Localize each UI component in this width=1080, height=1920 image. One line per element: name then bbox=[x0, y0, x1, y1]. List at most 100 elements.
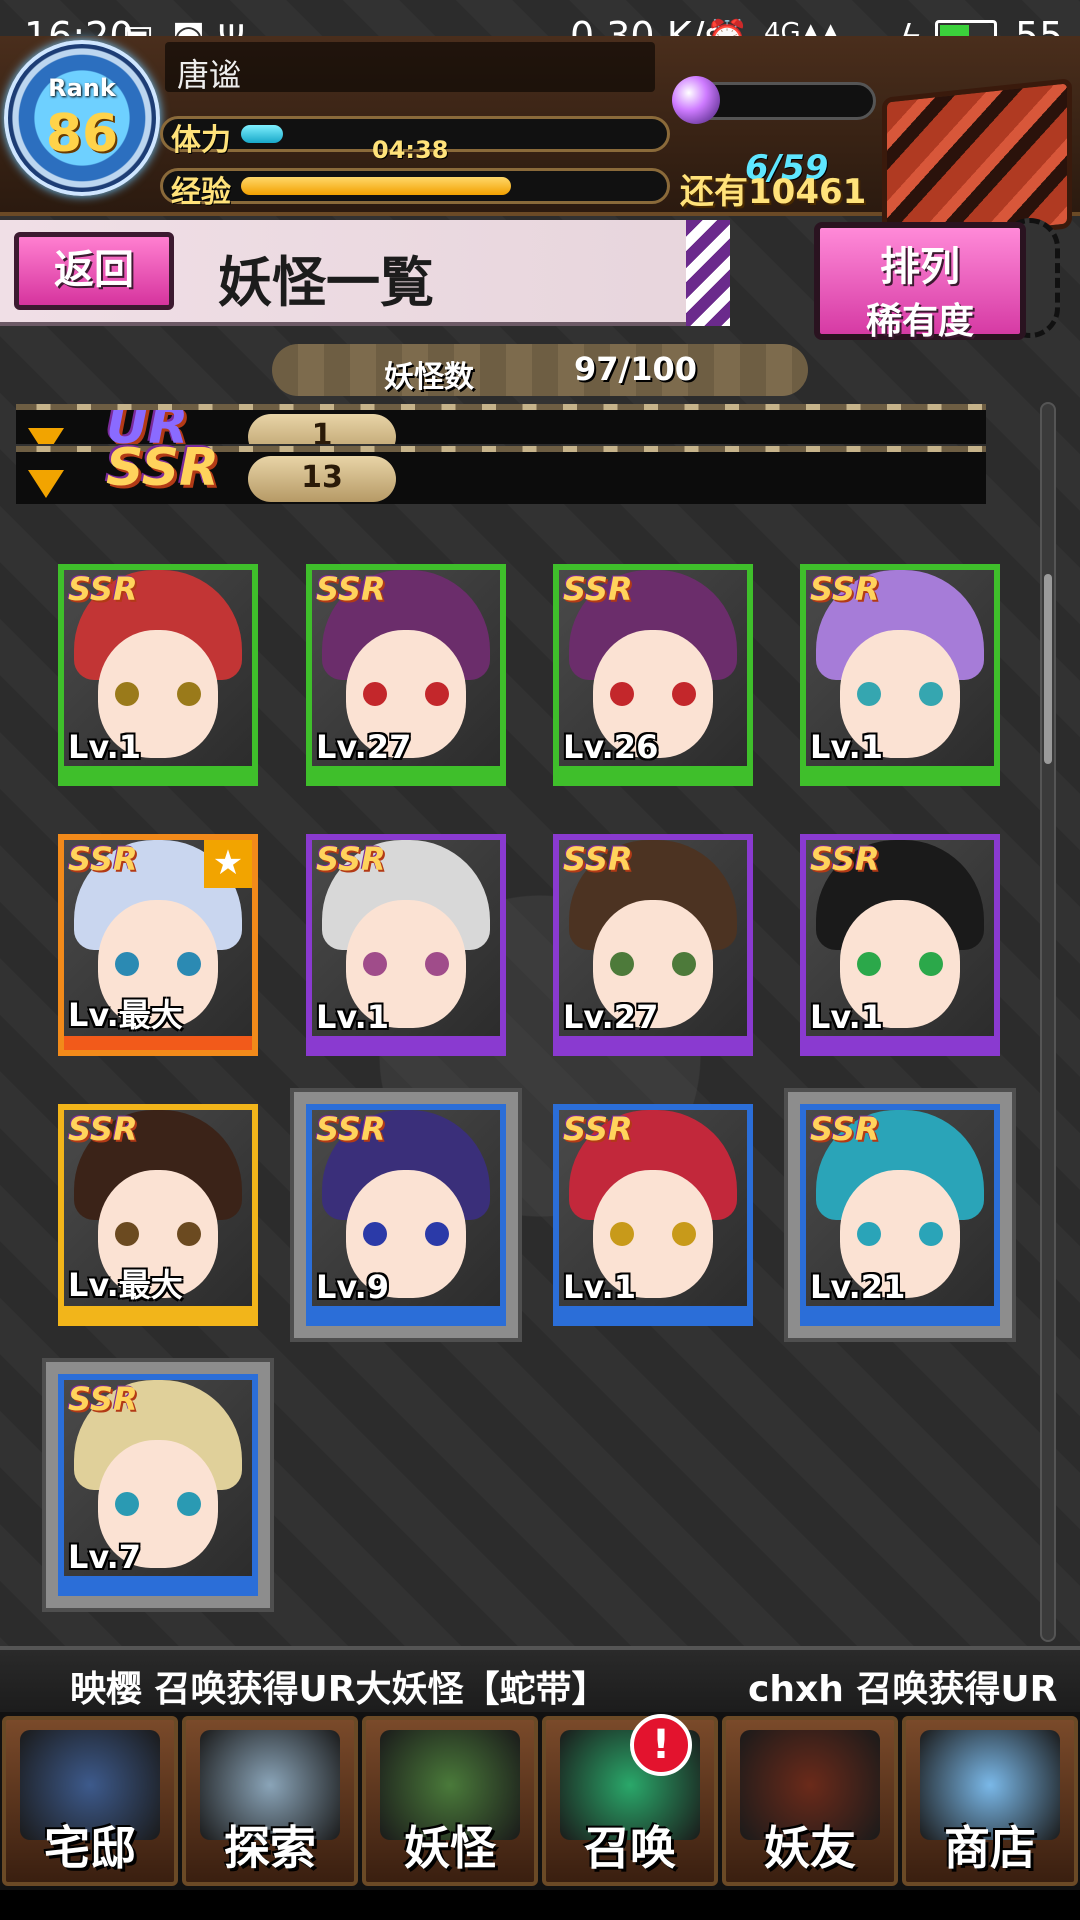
card-level: Lv.1 bbox=[68, 728, 142, 766]
card-rarity: SSR bbox=[563, 1110, 633, 1148]
card-rarity: SSR bbox=[68, 570, 138, 608]
scrollbar[interactable] bbox=[1040, 402, 1056, 1642]
player-name: 唐谧 bbox=[165, 42, 655, 94]
stamina-timer: 04:38 bbox=[372, 136, 449, 164]
card-level: Lv.26 bbox=[563, 728, 659, 766]
monster-card[interactable]: SSR Lv.1 bbox=[553, 1104, 753, 1326]
page-title: 妖怪一覧 bbox=[218, 251, 434, 314]
sort-button-label: 排列 bbox=[880, 244, 960, 290]
rarity-group-ssr[interactable]: SSR 13 bbox=[16, 438, 986, 504]
monster-card[interactable]: SSR Lv.7 bbox=[58, 1374, 258, 1596]
portrait-eyes bbox=[610, 1222, 696, 1246]
title-bar-stripe bbox=[686, 220, 730, 326]
portrait-eyes bbox=[115, 952, 201, 976]
rank-label: Rank bbox=[48, 74, 116, 102]
card-rarity: SSR bbox=[316, 1110, 386, 1148]
card-level: Lv.1 bbox=[810, 728, 884, 766]
card-rarity: SSR bbox=[316, 840, 386, 878]
sort-button-mode: 稀有度 bbox=[865, 301, 974, 342]
rarity-count: 13 bbox=[248, 456, 396, 502]
monster-card[interactable]: SSR Lv.9 bbox=[306, 1104, 506, 1326]
card-rarity: SSR bbox=[68, 1380, 138, 1418]
monster-card[interactable]: SSR Lv.最大 bbox=[58, 1104, 258, 1326]
portrait-eyes bbox=[610, 682, 696, 706]
card-level: Lv.9 bbox=[316, 1268, 390, 1306]
card-level: Lv.27 bbox=[563, 998, 659, 1036]
monster-card[interactable]: SSR Lv.27 bbox=[553, 834, 753, 1056]
monster-card[interactable]: SSR Lv.1 bbox=[58, 564, 258, 786]
rarity-strip bbox=[806, 766, 994, 780]
card-level: Lv.最大 bbox=[68, 1266, 183, 1304]
card-level: Lv.7 bbox=[68, 1538, 142, 1576]
announcement-ticker: 映樱 召唤获得UR大妖怪【蛇带】 chxh 召唤获得UR bbox=[0, 1646, 1080, 1712]
bottom-nav: 宅邸 探索 妖怪 召唤 ! 妖友 商店 bbox=[0, 1712, 1080, 1890]
nav-friends[interactable]: 妖友 bbox=[722, 1716, 898, 1886]
rarity-strip bbox=[559, 766, 747, 780]
nav-monsters[interactable]: 妖怪 bbox=[362, 1716, 538, 1886]
portrait-eyes bbox=[857, 1222, 943, 1246]
system-nav-bar bbox=[0, 1890, 1080, 1920]
card-level: Lv.27 bbox=[316, 728, 412, 766]
monster-count-value: 97/100 bbox=[574, 350, 698, 388]
back-button[interactable]: 返回 bbox=[14, 232, 174, 310]
scrollbar-thumb[interactable] bbox=[1044, 574, 1052, 764]
exp-bar: 经验 bbox=[160, 168, 670, 210]
rarity-badge: SSR bbox=[106, 438, 220, 498]
rarity-strip bbox=[312, 766, 500, 780]
portrait-eyes bbox=[363, 952, 449, 976]
star-icon: ★ bbox=[204, 840, 252, 888]
sort-button[interactable]: 排列 稀有度 bbox=[814, 222, 1026, 342]
exp-remaining: 还有10461 bbox=[680, 172, 867, 212]
card-rarity: SSR bbox=[810, 1110, 880, 1148]
monster-card[interactable]: SSR Lv.1 bbox=[800, 564, 1000, 786]
rarity-strip bbox=[806, 1036, 994, 1050]
nav-label: 妖友 bbox=[764, 1821, 856, 1875]
card-rarity: SSR bbox=[316, 570, 386, 608]
monster-card[interactable]: SSR Lv.1 bbox=[800, 834, 1000, 1056]
monster-count-label: 妖怪数 bbox=[384, 360, 474, 395]
portrait-eyes bbox=[857, 682, 943, 706]
monster-card[interactable]: SSR Lv.27 bbox=[306, 564, 506, 786]
nav-label: 商店 bbox=[944, 1821, 1036, 1875]
card-rarity: SSR bbox=[563, 840, 633, 878]
monster-card[interactable]: SSR Lv.26 bbox=[553, 564, 753, 786]
nav-mansion[interactable]: 宅邸 bbox=[2, 1716, 178, 1886]
rarity-strip bbox=[312, 1036, 500, 1050]
rank-emblem[interactable]: Rank 86 bbox=[4, 40, 160, 196]
nav-label: 探索 bbox=[224, 1821, 316, 1875]
player-header: Rank 86 唐谧 体力 04:38 经验 6/59 还有10461 bbox=[0, 36, 1080, 248]
rank-value: 86 bbox=[45, 104, 119, 164]
ticker-message: 映樱 召唤获得UR大妖怪【蛇带】 bbox=[70, 1669, 608, 1710]
nav-label: 妖怪 bbox=[404, 1821, 496, 1875]
card-level: Lv.1 bbox=[810, 998, 884, 1036]
portrait-eyes bbox=[115, 1222, 201, 1246]
nav-explore[interactable]: 探索 bbox=[182, 1716, 358, 1886]
monster-card[interactable]: SSR Lv.最大 ★ bbox=[58, 834, 258, 1056]
card-level: Lv.1 bbox=[316, 998, 390, 1036]
card-rarity: SSR bbox=[810, 840, 880, 878]
monster-card[interactable]: SSR Lv.21 bbox=[800, 1104, 1000, 1326]
collapse-arrow-icon bbox=[28, 470, 64, 498]
portrait-eyes bbox=[363, 682, 449, 706]
portrait-eyes bbox=[363, 1222, 449, 1246]
app-root: 16:20 ▣ ◙ Ψ 0.30 K/s ⏰ 4G▲▲ ϟ 55 Rank 86… bbox=[0, 0, 1080, 1920]
exp-label: 经验 bbox=[171, 175, 231, 210]
monster-card[interactable]: SSR Lv.1 bbox=[306, 834, 506, 1056]
rarity-strip bbox=[64, 766, 252, 780]
card-rarity: SSR bbox=[810, 570, 880, 608]
portrait-eyes bbox=[115, 1492, 201, 1516]
nav-summon[interactable]: 召唤 ! bbox=[542, 1714, 718, 1886]
portrait-eyes bbox=[610, 952, 696, 976]
nav-label: 召唤 bbox=[584, 1821, 676, 1875]
rarity-strip bbox=[806, 1306, 994, 1320]
rarity-strip bbox=[559, 1036, 747, 1050]
stamina-label: 体力 bbox=[171, 123, 231, 158]
nav-label: 宅邸 bbox=[44, 1821, 136, 1875]
card-level: Lv.最大 bbox=[68, 996, 183, 1034]
portrait-eyes bbox=[857, 952, 943, 976]
monster-count: 妖怪数 97/100 bbox=[272, 344, 808, 396]
alert-badge: ! bbox=[630, 1714, 692, 1776]
ticker-message: chxh 召唤获得UR bbox=[748, 1669, 1058, 1710]
nav-shop[interactable]: 商店 bbox=[902, 1716, 1078, 1886]
card-level: Lv.1 bbox=[563, 1268, 637, 1306]
